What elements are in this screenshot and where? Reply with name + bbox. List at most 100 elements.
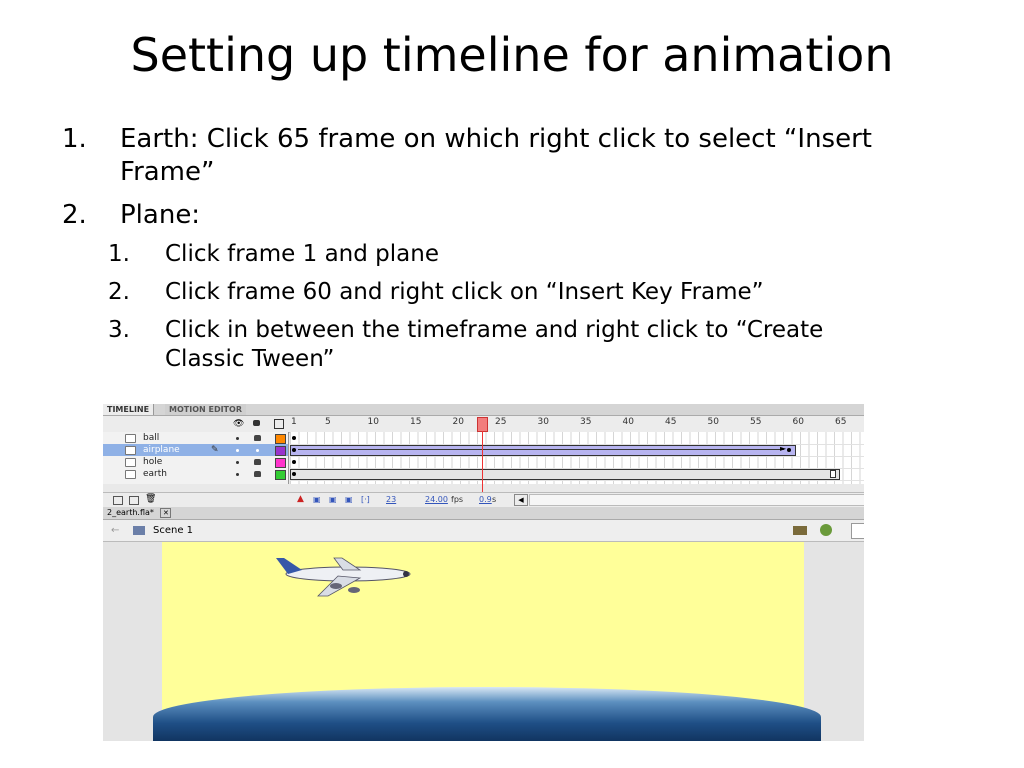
lock-icon[interactable] (254, 459, 261, 465)
document-tab-label: 2_earth.fla* (107, 508, 154, 517)
layer-earth[interactable]: earth (103, 468, 288, 480)
layer-icon (125, 470, 136, 479)
elapsed-time[interactable]: 0.9 (479, 495, 492, 504)
ruler-number: 20 (452, 417, 464, 427)
lock-icon[interactable] (254, 435, 261, 441)
bullet-text-cont: Frame” (120, 157, 215, 187)
ruler-number: 15 (410, 417, 422, 427)
ruler-number: 30 (537, 417, 549, 427)
tab-timeline[interactable]: TIMELINE (103, 404, 155, 415)
frame-span[interactable] (290, 469, 840, 480)
ruler-number: 60 (792, 417, 804, 427)
edit-symbols-icon[interactable] (820, 524, 832, 536)
lock-dot-icon[interactable] (256, 449, 259, 452)
ruler-number: 35 (580, 417, 592, 427)
close-icon[interactable]: ✕ (160, 508, 172, 518)
ruler-number: 45 (665, 417, 677, 427)
layer-airplane[interactable]: airplane ✎ (103, 444, 288, 456)
lock-icon[interactable] (253, 420, 260, 426)
classic-tween-span[interactable] (290, 445, 796, 456)
layer-name: ball (143, 433, 160, 443)
horizontal-scrollbar[interactable] (529, 494, 864, 506)
center-frame-icon[interactable]: ▲ (297, 494, 304, 504)
layer-color-swatch[interactable] (275, 458, 286, 468)
keyframe-dot[interactable] (292, 472, 296, 476)
earth-image[interactable] (153, 687, 821, 741)
trash-icon[interactable]: 🗑 (145, 494, 156, 504)
scene-name[interactable]: Scene 1 (153, 520, 193, 541)
onion-markers-icon[interactable]: [·] (361, 495, 370, 504)
scene-bar: ← Scene 1 (103, 520, 864, 542)
ruler-number: 55 (750, 417, 762, 427)
layer-color-swatch[interactable] (275, 446, 286, 456)
back-arrow-icon[interactable]: ← (111, 520, 119, 541)
keyframe-dot[interactable] (787, 448, 791, 452)
bullet-text: Earth: Click 65 frame on which right cli… (120, 124, 872, 154)
arrow-head-icon: ► (780, 444, 787, 453)
layer-icon (125, 434, 136, 443)
layer-name: hole (143, 457, 163, 467)
keyframe-dot[interactable] (292, 436, 296, 440)
new-folder-icon[interactable] (129, 496, 139, 505)
visibility-dot-icon[interactable] (236, 461, 239, 464)
fps-label: fps (451, 495, 464, 504)
frame-ruler[interactable]: 1 5 10 15 20 25 30 35 40 45 50 55 60 65 (290, 416, 864, 432)
frame-grid[interactable]: ► (290, 432, 864, 484)
current-frame[interactable]: 23 (386, 495, 396, 504)
ruler-number: 40 (622, 417, 634, 427)
layer-color-swatch[interactable] (275, 470, 286, 480)
sub-bullet-text: Click frame 60 and right click on “Inser… (165, 279, 764, 305)
document-tab-bar: 2_earth.fla* ✕ (103, 507, 864, 520)
stage-area (103, 542, 864, 741)
flash-screenshot: TIMELINE MOTION EDITOR 👁 1 5 10 15 20 25 30 35 4… (103, 404, 864, 741)
sub-bullet-text-cont: Classic Tween” (165, 346, 335, 372)
keyframe-dot[interactable] (292, 460, 296, 464)
tween-arrow (298, 449, 784, 450)
visibility-dot-icon[interactable] (236, 473, 239, 476)
sub-bullet-number: 3. (108, 317, 130, 343)
visibility-dot-icon[interactable] (236, 449, 239, 452)
layer-ball[interactable]: ball (103, 432, 288, 444)
edit-scene-icon[interactable] (793, 526, 807, 535)
scene-icon (133, 526, 145, 535)
playhead[interactable] (477, 417, 488, 432)
panel-tabs: TIMELINE MOTION EDITOR (103, 404, 864, 416)
bullet-text: Plane: (120, 200, 201, 230)
sub-bullet-number: 2. (108, 279, 130, 305)
layer-hole[interactable]: hole (103, 456, 288, 468)
frame-row-earth[interactable] (290, 468, 864, 481)
visibility-dot-icon[interactable] (236, 437, 239, 440)
layer-icon (125, 446, 136, 455)
layer-name: airplane (143, 445, 180, 455)
slide-title: Setting up timeline for animation (130, 28, 894, 82)
sub-bullet-text: Click frame 1 and plane (165, 241, 439, 267)
ruler-number: 65 (835, 417, 847, 427)
document-tab[interactable]: 2_earth.fla* ✕ (107, 507, 172, 519)
ruler-number: 1 (291, 417, 297, 427)
ruler-number: 25 (495, 417, 507, 427)
end-frame-marker (830, 470, 836, 478)
edit-multiple-icon[interactable]: ▣ (345, 495, 353, 504)
ruler-number: 5 (325, 417, 331, 427)
timeline-footer: 🗑 ▲ ▣ ▣ ▣ [·] 23 24.00 fps 0.9 s ◀ (103, 492, 864, 508)
lock-icon[interactable] (254, 471, 261, 477)
zoom-field[interactable] (851, 523, 864, 539)
onion-skin-icon[interactable]: ▣ (313, 495, 321, 504)
tab-motion-editor[interactable]: MOTION EDITOR (165, 404, 246, 415)
airplane-image[interactable] (268, 552, 418, 602)
eye-icon[interactable]: 👁 (233, 419, 244, 429)
layer-list: ball airplane ✎ hole earth (103, 432, 289, 484)
layer-name: earth (143, 469, 167, 479)
outline-icon[interactable] (274, 419, 284, 429)
frame-rate[interactable]: 24.00 (425, 495, 448, 504)
ruler-number: 50 (707, 417, 719, 427)
new-layer-icon[interactable] (113, 496, 123, 505)
layer-color-swatch[interactable] (275, 434, 286, 444)
onion-outline-icon[interactable]: ▣ (329, 495, 337, 504)
keyframe-dot[interactable] (292, 448, 296, 452)
layer-icon (125, 458, 136, 467)
sub-bullet-number: 1. (108, 241, 130, 267)
time-unit: s (492, 495, 497, 504)
scroll-left-icon[interactable]: ◀ (514, 494, 528, 506)
pencil-icon: ✎ (211, 445, 219, 455)
